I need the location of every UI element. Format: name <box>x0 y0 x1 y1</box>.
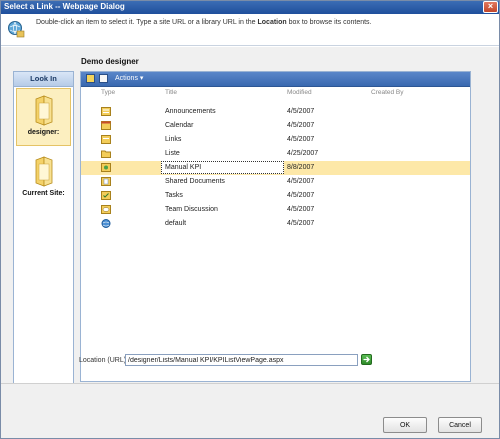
instructions-bar: Double-click an item to select it. Type … <box>0 14 500 46</box>
discussion-icon <box>101 205 111 214</box>
cancel-button[interactable]: Cancel <box>438 417 482 433</box>
row-modified: 4/5/2007 <box>287 192 315 199</box>
row-modified: 4/5/2007 <box>287 220 315 227</box>
column-header-created-by[interactable]: Created By <box>371 89 404 96</box>
table-row[interactable]: Calendar 4/5/2007 <box>81 119 470 133</box>
table-row[interactable]: default 4/5/2007 <box>81 217 470 231</box>
page-icon <box>101 219 111 228</box>
dialog-footer: OK Cancel <box>0 383 500 439</box>
file-list-panel: Actions ▾ Type Title Modified Created By… <box>80 71 471 382</box>
row-modified: 4/25/2007 <box>287 150 319 157</box>
document-library-icon <box>101 177 111 186</box>
look-in-item-label: Current Site: <box>22 190 65 197</box>
location-url-input[interactable] <box>125 354 358 366</box>
row-modified: 4/5/2007 <box>287 122 315 129</box>
arrow-right-icon <box>363 356 370 363</box>
table-row[interactable]: Links 4/5/2007 <box>81 133 470 147</box>
row-title: Shared Documents <box>165 178 225 185</box>
look-in-item-label: designer: <box>27 129 60 136</box>
actions-menu-label: Actions <box>115 75 138 82</box>
main-panel-title: Demo designer <box>81 57 139 66</box>
row-title: Tasks <box>165 192 183 199</box>
list-icon <box>101 135 111 144</box>
location-label: Location (URL): <box>79 357 129 364</box>
row-title: Calendar <box>165 122 194 129</box>
table-row[interactable]: Tasks 4/5/2007 <box>81 189 470 203</box>
folder-open-icon <box>35 95 52 126</box>
window-title: Select a Link -- Webpage Dialog <box>4 2 125 11</box>
file-list-toolbar: Actions ▾ <box>81 72 470 87</box>
list-icon <box>101 107 111 116</box>
instructions-text: Double-click an item to select it. Type … <box>36 19 372 26</box>
table-row[interactable]: Liste 4/25/2007 <box>81 147 470 161</box>
row-modified: 4/5/2007 <box>287 108 315 115</box>
table-row[interactable]: Team Discussion 4/5/2007 <box>81 203 470 217</box>
row-title: default <box>165 220 187 227</box>
ok-button[interactable]: OK <box>383 417 427 433</box>
column-header-type[interactable]: Type <box>101 89 115 96</box>
row-title: Team Discussion <box>165 206 218 213</box>
table-row[interactable]: Shared Documents 4/5/2007 <box>81 175 470 189</box>
row-modified: 8/8/2007 <box>287 164 315 171</box>
folder-open-icon <box>35 156 52 187</box>
link-globe-icon <box>8 21 25 38</box>
close-icon[interactable]: × <box>483 1 498 13</box>
row-title: Links <box>165 136 182 143</box>
instructions-part2: box to browse its contents. <box>286 19 372 26</box>
column-header-title[interactable]: Title <box>165 89 177 96</box>
look-in-item-designer[interactable]: designer: <box>16 88 71 146</box>
actions-menu[interactable]: Actions ▾ <box>115 72 143 86</box>
table-row[interactable]: Announcements 4/5/2007 <box>81 105 470 119</box>
look-in-item-current-site[interactable]: Current Site: <box>16 150 71 208</box>
column-header-modified[interactable]: Modified <box>287 89 312 96</box>
window-title-bar: Select a Link -- Webpage Dialog × <box>0 0 500 14</box>
kpi-list-icon <box>101 163 111 172</box>
calendar-icon <box>101 121 111 130</box>
look-in-panel: Look In designer: Current Site: <box>13 71 74 389</box>
row-title: Manual KPI <box>165 164 202 171</box>
instructions-part1: Double-click an item to select it. Type … <box>36 19 258 26</box>
table-row-selected[interactable]: Manual KPI 8/8/2007 <box>81 161 470 175</box>
folder-icon <box>101 150 111 158</box>
row-modified: 4/5/2007 <box>287 206 315 213</box>
row-modified: 4/5/2007 <box>287 136 315 143</box>
chevron-down-icon: ▾ <box>139 75 144 82</box>
new-document-icon[interactable] <box>99 74 108 83</box>
row-title: Liste <box>165 150 180 157</box>
row-title: Announcements <box>165 108 216 115</box>
up-folder-icon[interactable] <box>86 74 95 83</box>
instructions-location-word: Location <box>257 19 287 26</box>
tasks-icon <box>101 191 111 200</box>
go-arrow-icon[interactable] <box>361 354 372 365</box>
look-in-header: Look In <box>14 72 73 87</box>
row-modified: 4/5/2007 <box>287 178 315 185</box>
